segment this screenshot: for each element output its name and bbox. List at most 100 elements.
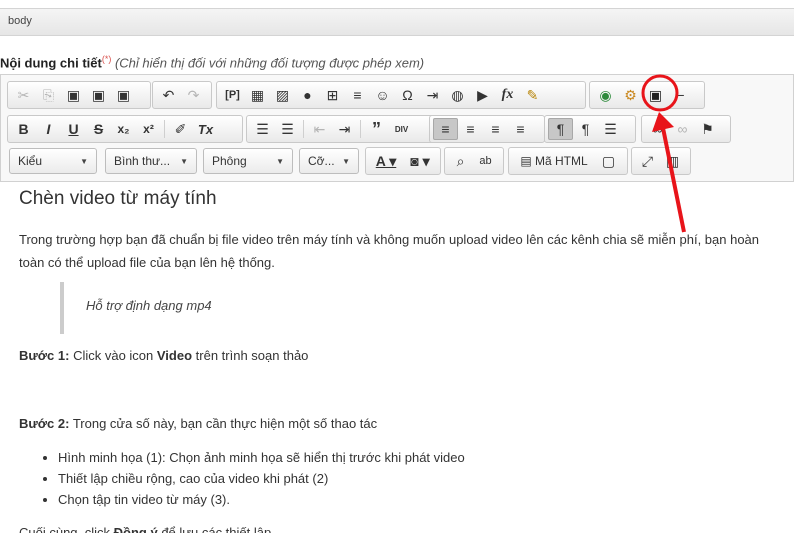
underline-icon[interactable]: U (61, 118, 86, 140)
minimize-icon[interactable]: − (668, 84, 693, 106)
size-select[interactable]: Cỡ... ▼ (299, 148, 359, 174)
horizontal-rule-icon[interactable]: ≡ (345, 84, 370, 106)
align-right-icon[interactable]: ≡ (483, 118, 508, 140)
step-2-text: Trong cửa số này, bạn cần thực hiện một … (69, 416, 378, 431)
blockquote: Hỗ trợ định dạng mp4 (60, 282, 260, 334)
source-button[interactable]: ▤ Mã HTML (512, 150, 596, 172)
size-select-label: Cỡ... (308, 154, 335, 168)
style-select[interactable]: Kiểu ▼ (9, 148, 97, 174)
bold-icon[interactable]: B (11, 118, 36, 140)
plugin-icon[interactable]: ⚙ (618, 84, 643, 106)
find-group: ⌕ ab (444, 147, 504, 175)
undo-group: ↶ ↷ (152, 81, 212, 109)
bulleted-list-icon[interactable]: ☰ (275, 118, 300, 140)
steps-list: Hình minh họa (1): Chọn ảnh minh họa sẽ … (40, 447, 465, 510)
redo-icon[interactable]: ↷ (181, 84, 206, 106)
list-item: Hình minh họa (1): Chọn ảnh minh họa sẽ … (58, 447, 465, 468)
cut-icon[interactable]: ✂ (11, 84, 36, 106)
find-icon[interactable]: ⌕ (448, 150, 473, 172)
rtl-icon[interactable]: ¶ (573, 118, 598, 140)
youtube-icon[interactable]: ▶ (470, 84, 495, 106)
smiley-icon[interactable]: ☺ (370, 84, 395, 106)
required-marker: (*) (101, 54, 112, 64)
image-icon[interactable]: ▨ (270, 84, 295, 106)
language-icon[interactable]: ☰ (598, 118, 623, 140)
align-group: ≡ ≡ ≡ ≡ (429, 115, 545, 143)
iframe-icon[interactable]: ◍ (445, 84, 470, 106)
superscript-icon[interactable]: x² (136, 118, 161, 140)
globe-icon[interactable]: ◉ (593, 84, 618, 106)
final-text-b: để lưu các thiết lập (157, 525, 272, 533)
field-label: Nội dung chi tiết(*) (Chỉ hiển thị đối v… (0, 54, 424, 70)
element-path-label[interactable]: body (8, 15, 32, 27)
omega-icon[interactable]: Ω (395, 84, 420, 106)
step-1-label: Bước 1: (19, 348, 70, 363)
show-blocks-icon[interactable]: ▥ (660, 150, 685, 172)
text-color-icon[interactable]: A ▾ (369, 150, 403, 172)
step-2: Bước 2: Trong cửa số này, bạn cần thực h… (19, 412, 377, 435)
colors-group: A ▾ ◙ ▾ (365, 147, 441, 175)
spellcheck-icon[interactable]: ✎ (520, 84, 545, 106)
intro-line-2: toàn có thể upload file của bạn lên hệ t… (19, 255, 275, 270)
source-group: ▤ Mã HTML ▢ (508, 147, 628, 175)
field-title: Nội dung chi tiết (0, 55, 102, 71)
final-paragraph: Cuối cùng, click Đồng ý để lưu các thiết… (19, 521, 271, 533)
format-painter-icon[interactable]: ✐ (168, 118, 193, 140)
quote-text: Hỗ trợ định dạng mp4 (86, 298, 212, 313)
paragraph-group: ☰ ☰ ⇤ ⇥ ” DIV (246, 115, 436, 143)
video-icon[interactable]: ▣ (643, 84, 668, 106)
list-item: Chọn tập tin video từ máy (3). (58, 489, 465, 510)
paste-word-icon[interactable]: ▣ (111, 84, 136, 106)
format-select-label: Bình thư... (114, 154, 171, 168)
step-1-text-b: trên trình soạn thảo (192, 348, 309, 363)
template-icon[interactable]: ▦ (245, 84, 270, 106)
step-1: Bước 1: Click vào icon Video trên trình … (19, 344, 308, 367)
insert-group: [P] ▦ ▨ ● ⊞ ≡ ☺ Ω ⇥ ◍ ▶ fx ✎ (216, 81, 586, 109)
bidi-group: ¶ ¶ ☰ (544, 115, 636, 143)
font-select[interactable]: Phông ▼ (203, 148, 293, 174)
anchor-icon[interactable]: ⚑ (695, 118, 720, 140)
blockquote-icon[interactable]: ” (364, 118, 389, 140)
numbered-list-icon[interactable]: ☰ (250, 118, 275, 140)
chevron-down-icon: ▼ (80, 156, 88, 166)
view-group: ⤢ ▥ (631, 147, 691, 175)
maximize-icon[interactable]: ⤢ (635, 150, 660, 172)
format-select[interactable]: Bình thư... ▼ (105, 148, 197, 174)
chevron-down-icon: ▼ (180, 156, 188, 166)
flash-icon[interactable]: ● (295, 84, 320, 106)
page-break-icon[interactable]: ⇥ (420, 84, 445, 106)
ltr-icon[interactable]: ¶ (548, 118, 573, 140)
preview-icon[interactable]: ▢ (596, 150, 621, 172)
list-item: Thiết lập chiều rộng, cao của video khi … (58, 468, 465, 489)
editor-content[interactable]: Chèn video từ máy tính Trong trường hợp … (0, 182, 794, 533)
font-select-label: Phông (212, 154, 247, 168)
italic-icon[interactable]: I (36, 118, 61, 140)
copy-icon[interactable]: ⎘ (36, 84, 61, 106)
unlink-icon[interactable]: ∞ (670, 118, 695, 140)
div-icon[interactable]: DIV (389, 118, 414, 140)
justify-icon[interactable]: ≡ (508, 118, 533, 140)
basic-styles-group: B I U S x₂ x² ✐ Tx (7, 115, 243, 143)
formula-icon[interactable]: fx (495, 84, 520, 106)
link-icon[interactable]: ∞ (645, 118, 670, 140)
element-path-bar: body (0, 8, 794, 36)
undo-icon[interactable]: ↶ (156, 84, 181, 106)
step-1-bold: Video (156, 348, 193, 363)
clear-format-icon[interactable]: Tx (193, 118, 218, 140)
step-1-text-a: Click vào icon (69, 348, 157, 363)
paragraph-icon[interactable]: [P] (220, 84, 245, 106)
table-icon[interactable]: ⊞ (320, 84, 345, 106)
step-2-label: Bước 2: (19, 416, 70, 431)
indent-icon[interactable]: ⇥ (332, 118, 357, 140)
links-group: ∞ ∞ ⚑ (641, 115, 731, 143)
align-left-icon[interactable]: ≡ (433, 118, 458, 140)
subscript-icon[interactable]: x₂ (111, 118, 136, 140)
paste-icon[interactable]: ▣ (61, 84, 86, 106)
strike-icon[interactable]: S (86, 118, 111, 140)
align-center-icon[interactable]: ≡ (458, 118, 483, 140)
paste-text-icon[interactable]: ▣ (86, 84, 111, 106)
final-text-a: Cuối cùng, click (19, 525, 114, 533)
bg-color-icon[interactable]: ◙ ▾ (403, 150, 437, 172)
outdent-icon[interactable]: ⇤ (307, 118, 332, 140)
replace-icon[interactable]: ab (473, 150, 498, 172)
